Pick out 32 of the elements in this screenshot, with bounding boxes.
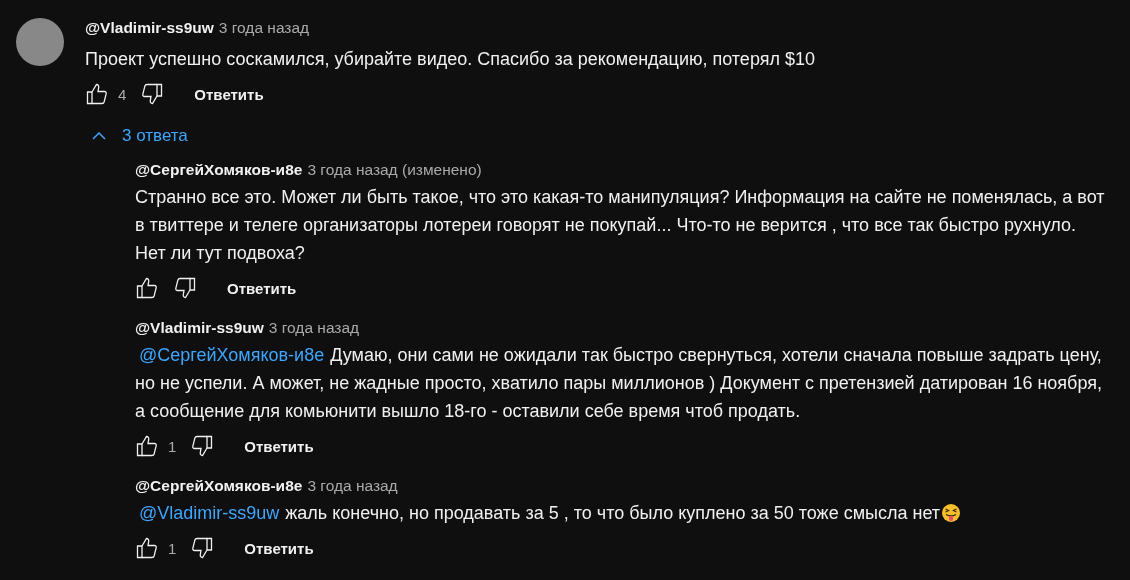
thumbs-up-icon[interactable] — [135, 536, 159, 560]
mention-link[interactable]: @СергейХомяков-и8е — [139, 345, 325, 365]
reply-button[interactable]: Ответить — [236, 533, 322, 563]
thumbs-down-icon[interactable] — [190, 536, 215, 560]
reply-button[interactable]: Ответить — [236, 431, 322, 461]
thumbs-up-icon[interactable] — [85, 82, 109, 106]
chevron-icon — [92, 130, 106, 142]
replies-toggle[interactable]: 3 ответа — [86, 122, 194, 150]
reply-button[interactable]: Ответить — [186, 79, 272, 109]
comment-text: Странно все это. Может ли быть такое, что это какая-то манипуляция? Информация на сайте не поменялась, а вот в твиттере и телеге организаторы лотереи говорят не покупай... Что-то не верится , что все так быстро рухнуло. Нет ли тут подвоха? — [135, 186, 1106, 265]
comment-text: Проект успешно соскамился, убирайте видео. Спасибо за рекомендацию, потерял $10 — [85, 48, 816, 71]
author-name[interactable]: @СергейХомяков-и8е — [135, 160, 303, 180]
like-count: 1 — [168, 539, 177, 557]
thumbs-up-icon[interactable] — [135, 276, 159, 300]
comment-text: @Vladimir-ss9uw жаль конечно, но продавать за 5 , то что было куплено за 50 тоже смысла нет — [135, 499, 1110, 527]
thumbs-up-icon[interactable] — [135, 434, 159, 458]
author-name[interactable]: @СергейХомяков-и8е — [135, 476, 303, 496]
reply-button[interactable]: Ответить — [219, 273, 305, 303]
thumbs-down-icon[interactable] — [173, 276, 197, 300]
like-count: 1 — [168, 437, 177, 455]
avatar[interactable] — [16, 18, 64, 66]
comment-time[interactable]: 3 года назад — [268, 318, 360, 338]
comment-time[interactable]: 3 года назад (изменено) — [307, 160, 482, 180]
like-count: 4 — [118, 85, 127, 103]
comment-text: @СергейХомяков-и8е Думаю, они сами не ожидали так быстро свернуться, хотели сначала повыше задрать цену, но не успели. А может, не жадные просто, хватило пары миллионов ) Документ с претензией датирован 16 ноября, а сообщение для комьюнити вышло 18-го - оставили себе время чтоб продать. — [135, 344, 1103, 423]
thumbs-down-icon[interactable] — [140, 82, 165, 106]
mention-link[interactable]: @Vladimir-ss9uw — [139, 503, 280, 523]
comment-time[interactable]: 3 года назад — [307, 476, 398, 496]
comment-time[interactable]: 3 года назад — [218, 18, 310, 38]
author-name[interactable]: @Vladimir-ss9uw — [135, 318, 264, 338]
thumbs-down-icon[interactable] — [190, 434, 215, 458]
author-name[interactable]: @Vladimir-ss9uw — [85, 18, 214, 38]
